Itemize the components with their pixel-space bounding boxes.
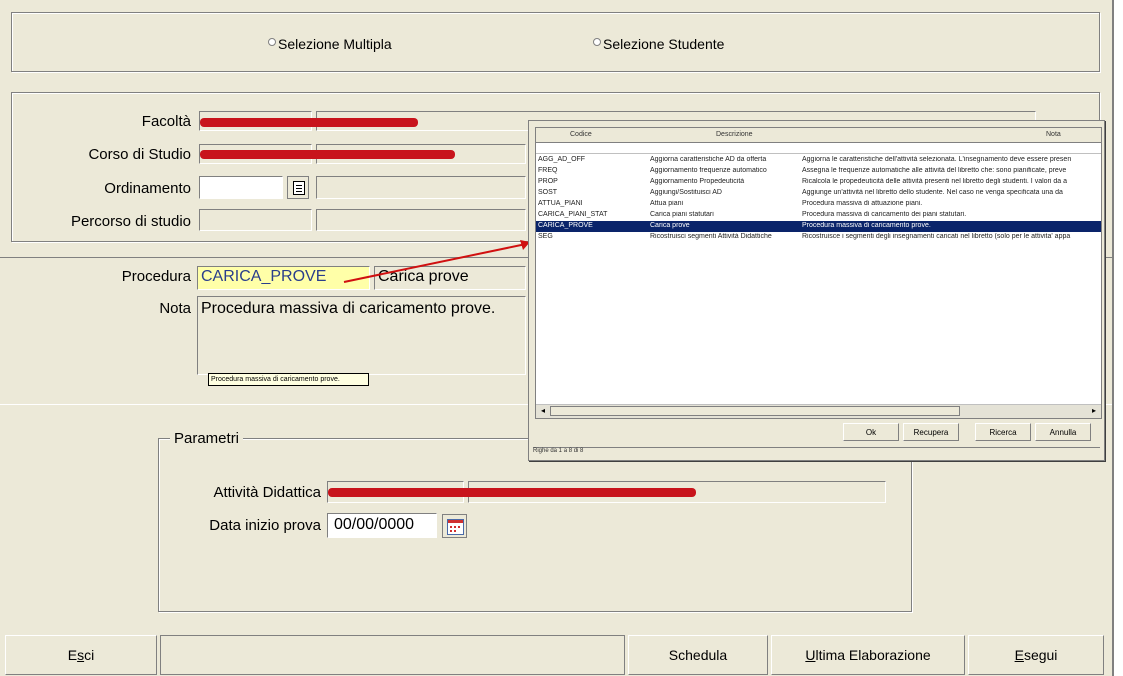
parametri-title: Parametri	[170, 430, 244, 447]
filter-row[interactable]	[536, 143, 1101, 154]
cell-nota: Aggiunge un'attività nel libretto dello …	[802, 189, 1063, 196]
cell-descrizione: Attua piani	[650, 200, 684, 207]
cell-descrizione: Aggiornamento Propedeuticità	[650, 178, 745, 185]
table-row[interactable]: SOST Aggiungi/Sostituisci AD Aggiunge un'a…	[536, 188, 1101, 199]
table-row[interactable]: FREQ Aggiornamento frequenze automatico As…	[536, 166, 1101, 177]
window-edge	[1112, 0, 1114, 676]
radio-selezione-multipla[interactable]: Selezione Multipla	[268, 36, 392, 52]
table-row[interactable]: PROP Aggiornamento Propedeuticità Ricalcol…	[536, 177, 1101, 188]
table-row[interactable]: SEG Ricostruisci segmenti Attività Didatt…	[536, 232, 1101, 243]
cell-codice: CARICA_PIANI_STAT	[538, 211, 608, 218]
cell-codice: ATTUA_PIANI	[538, 200, 583, 207]
calendar-button[interactable]	[442, 514, 467, 538]
grid-header: Codice Descrizione Nota	[536, 128, 1101, 143]
cell-descrizione: Aggiornamento frequenze automatico	[650, 167, 767, 174]
cell-nota: Ricostruisce i segmenti degli insegnamen…	[802, 233, 1071, 240]
percorso-code-field[interactable]	[199, 209, 312, 231]
ordinamento-field[interactable]	[199, 176, 283, 199]
ok-button[interactable]: Ok	[843, 423, 899, 441]
calendar-icon	[447, 519, 464, 535]
header-nota[interactable]: Nota	[1046, 131, 1061, 138]
label-attivita-didattica: Attività Didattica	[213, 484, 321, 501]
radio-label: Selezione Multipla	[278, 36, 392, 52]
scroll-right-arrow[interactable]: ▸	[1088, 405, 1100, 417]
label-nota: Nota	[159, 300, 191, 317]
annotation-arrow	[343, 240, 530, 283]
cell-codice: SEG	[538, 233, 553, 240]
radio-icon	[268, 38, 276, 46]
label-procedura: Procedura	[121, 268, 191, 285]
radio-selezione-studente[interactable]: Selezione Studente	[593, 36, 724, 52]
table-row[interactable]: CARICA_PROVE Carica prove Procedura massiv…	[536, 221, 1101, 232]
cell-descrizione: Aggiungi/Sostituisci AD	[650, 189, 722, 196]
cell-nota: Assegna le frequenze automatiche alle at…	[802, 167, 1067, 174]
table-row[interactable]: CARICA_PIANI_STAT Carica piani statutari P…	[536, 210, 1101, 221]
recupera-button[interactable]: Recupera	[903, 423, 959, 441]
annulla-button[interactable]: Annulla	[1035, 423, 1091, 441]
esci-button[interactable]: Esci	[5, 635, 157, 675]
horizontal-scrollbar[interactable]: ◂ ▸	[536, 404, 1101, 418]
list-icon	[293, 181, 305, 195]
lookup-button[interactable]	[287, 176, 309, 199]
cell-codice: CARICA_PROVE	[538, 222, 593, 229]
percorso-desc-field[interactable]	[316, 209, 526, 231]
esegui-button[interactable]: Esegui	[968, 635, 1104, 675]
cell-codice: AGG_AD_OFF	[538, 156, 586, 163]
status-panel	[160, 635, 625, 675]
cell-descrizione: Carica prove	[650, 222, 690, 229]
tooltip: Procedura massiva di caricamento prove.	[208, 373, 369, 386]
cell-nota: Aggiorna le caratteristiche dell'attivit…	[802, 156, 1072, 163]
label-data-inizio-prova: Data inizio prova	[209, 517, 321, 534]
selection-group	[11, 12, 1100, 72]
ordinamento-desc-field[interactable]	[316, 176, 526, 199]
scroll-thumb[interactable]	[550, 406, 960, 416]
cell-nota: Ricalcola le propedeuticità delle attivi…	[802, 178, 1067, 185]
header-codice[interactable]: Codice	[570, 131, 592, 138]
nota-field[interactable]: Procedura massiva di caricamento prove.	[197, 296, 526, 375]
radio-label: Selezione Studente	[603, 36, 725, 52]
label-ordinamento: Ordinamento	[104, 180, 191, 197]
lookup-grid: Codice Descrizione Nota AGG_AD_OFF Aggior…	[535, 127, 1102, 419]
cell-nota: Procedura massiva di caricamento dei pia…	[802, 211, 967, 218]
cell-codice: PROP	[538, 178, 558, 185]
cell-nota: Procedura massiva di caricamento prove.	[802, 222, 931, 229]
table-row[interactable]: ATTUA_PIANI Attua piani Procedura massiva …	[536, 199, 1101, 210]
cell-descrizione: Aggiorna caratteristiche AD da offerta	[650, 156, 767, 163]
cell-descrizione: Carica piani statutari	[650, 211, 714, 218]
label-corso-di-studio: Corso di Studio	[88, 146, 191, 163]
schedula-button[interactable]: Schedula	[628, 635, 768, 675]
cell-descrizione: Ricostruisci segmenti Attività Didattich…	[650, 233, 772, 240]
data-inizio-field[interactable]: 00/00/0000	[327, 513, 437, 538]
popup-status: Righe da 1 a 8 di 8	[533, 447, 1100, 458]
redaction-mark	[200, 118, 418, 127]
table-row[interactable]: AGG_AD_OFF Aggiorna caratteristiche AD da…	[536, 155, 1101, 166]
lookup-popup: Codice Descrizione Nota AGG_AD_OFF Aggior…	[528, 120, 1105, 461]
cell-codice: SOST	[538, 189, 558, 196]
cell-nota: Procedura massiva di attuazione piani.	[802, 200, 923, 207]
label-facolta: Facoltà	[141, 113, 191, 130]
cell-codice: FREQ	[538, 167, 558, 174]
scroll-left-arrow[interactable]: ◂	[537, 405, 549, 417]
label-percorso-di-studio: Percorso di studio	[70, 213, 191, 230]
ultima-elaborazione-button[interactable]: Ultima Elaborazione	[771, 635, 965, 675]
header-descrizione[interactable]: Descrizione	[716, 131, 753, 138]
radio-icon	[593, 38, 601, 46]
redaction-mark	[328, 488, 696, 497]
ricerca-button[interactable]: Ricerca	[975, 423, 1031, 441]
redaction-mark	[200, 150, 455, 159]
